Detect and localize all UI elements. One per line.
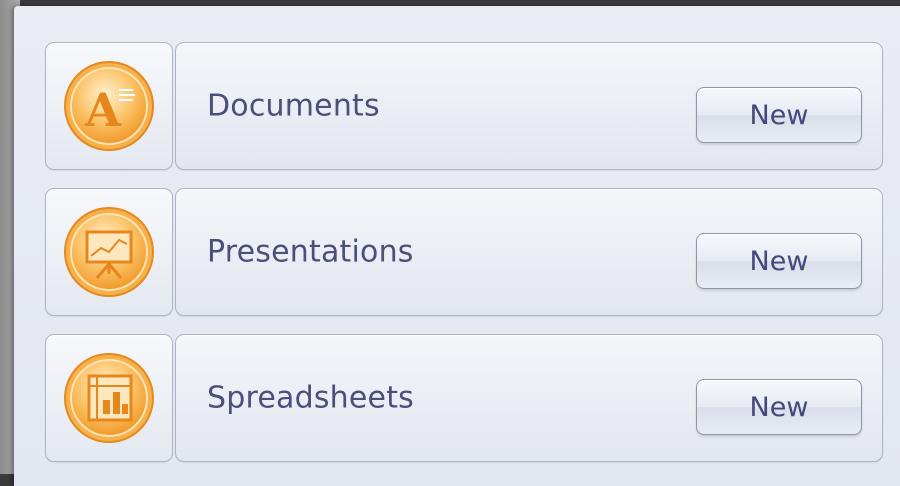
spreadsheets-app-icon bbox=[64, 353, 154, 443]
category-label-documents: Documents bbox=[207, 88, 380, 124]
new-presentation-button[interactable]: New bbox=[696, 233, 862, 289]
category-label-presentations: Presentations bbox=[207, 234, 414, 270]
category-label-spreadsheets: Spreadsheets bbox=[207, 380, 414, 416]
documents-app-icon: A bbox=[64, 61, 154, 151]
category-label-cell-documents: Documents New bbox=[175, 42, 883, 170]
category-icon-cell-spreadsheets[interactable] bbox=[45, 334, 173, 462]
category-label-cell-presentations: Presentations New bbox=[175, 188, 883, 316]
new-document-button[interactable]: New bbox=[696, 87, 862, 143]
category-label-cell-spreadsheets: Spreadsheets New bbox=[175, 334, 883, 462]
svg-text:A: A bbox=[84, 83, 122, 137]
new-spreadsheet-button[interactable]: New bbox=[696, 379, 862, 435]
new-document-chooser-panel: A Documents New Presentations New Spread… bbox=[14, 6, 900, 486]
category-icon-cell-documents[interactable]: A bbox=[45, 42, 173, 170]
category-row-documents: A Documents New bbox=[45, 42, 883, 174]
category-row-presentations: Presentations New bbox=[45, 188, 883, 320]
category-icon-cell-presentations[interactable] bbox=[45, 188, 173, 316]
presentations-app-icon bbox=[64, 207, 154, 297]
category-row-spreadsheets: Spreadsheets New bbox=[45, 334, 883, 466]
